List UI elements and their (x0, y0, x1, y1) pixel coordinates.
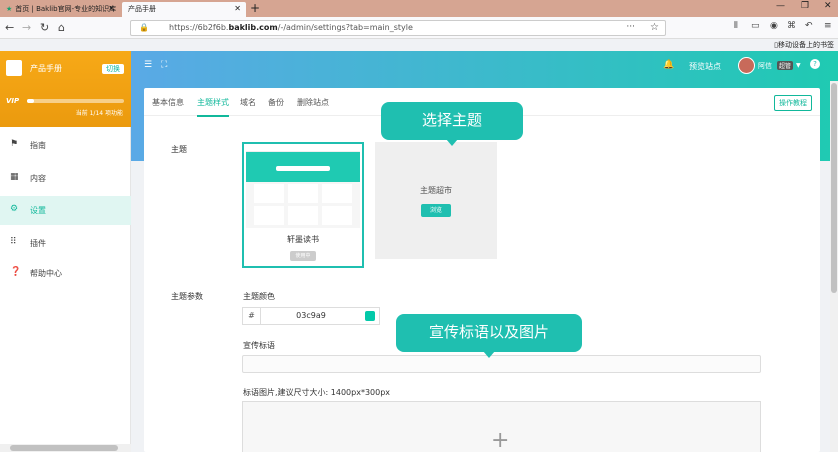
theme-label: 主题 (171, 145, 187, 154)
site-brand-card: 产品手册 切换 VIP 当前 1/14 项功能 (0, 51, 131, 127)
address-bar[interactable]: 🔒 https://6b2f6b.baklib.com/-/admin/sett… (130, 20, 666, 36)
current-theme-card[interactable]: 轩墨读书 使用中 (242, 142, 364, 268)
grid-icon: ▦ (10, 172, 19, 182)
signpost-icon: ⚑ (10, 139, 19, 149)
preview-site-link[interactable]: 预览站点 (689, 61, 721, 72)
theme-market-card[interactable]: 主题超市 浏览 (375, 142, 497, 259)
tab-domain[interactable]: 域名 (240, 97, 256, 108)
sidebar-item-content[interactable]: ▦ 内容 (0, 164, 131, 193)
mobile-bookmarks[interactable]: ▯移动设备上的书签 (774, 40, 834, 50)
gear-icon: ⚙ (10, 204, 19, 214)
app-header: ☰ ⛶ 🔔 预览站点 阿信 超管 ▼ ? (131, 51, 838, 81)
new-tab-button[interactable]: + (250, 1, 260, 15)
browse-button[interactable]: 浏览 (421, 204, 451, 217)
undo-icon[interactable]: ↶ (805, 21, 813, 31)
sidebar-item-label: 内容 (30, 174, 46, 183)
browser-navbar: ← → ↻ ⌂ 🔒 https://6b2f6b.baklib.com/-/ad… (0, 17, 838, 39)
quota-progress-fill (27, 99, 34, 103)
theme-color-input[interactable]: # 03c9a9 (242, 307, 380, 325)
theme-params-label: 主题参数 (171, 292, 203, 301)
forward-icon[interactable]: → (22, 21, 31, 34)
sidebar-item-help[interactable]: ❓ 帮助中心 (0, 259, 131, 288)
tab-title: 产品手册 (128, 5, 156, 13)
tab-delete-site[interactable]: 删除站点 (297, 97, 329, 108)
slogan-label: 宣传标语 (243, 341, 275, 350)
site-logo (6, 60, 22, 76)
close-tab-icon[interactable]: ✕ (234, 4, 241, 13)
browser-tabbar: ★ 首页 | Baklib官网-专业的知识库 ✕ 产品手册 ✕ + — ❐ ✕ (0, 0, 838, 17)
list-menu-icon[interactable]: ☰ (144, 60, 152, 70)
vip-badge: VIP (6, 97, 20, 105)
menu-icon[interactable]: ≡ (824, 21, 832, 31)
role-badge: 超管 (777, 61, 794, 70)
sidebar-item-label: 插件 (30, 239, 46, 248)
sidebar-item-plugins[interactable]: ⠿ 插件 (0, 229, 131, 258)
help-icon[interactable]: ? (810, 59, 820, 69)
bell-icon[interactable]: 🔔 (663, 60, 674, 70)
theme-preview-thumbnail (246, 146, 360, 228)
quota-progress (27, 99, 124, 103)
page-scrollbar[interactable] (830, 81, 838, 452)
question-icon: ❓ (10, 267, 22, 277)
browser-tab-manual[interactable]: 产品手册 ✕ (122, 2, 246, 17)
in-use-button: 使用中 (290, 251, 316, 261)
slogan-input[interactable] (242, 355, 761, 373)
color-value[interactable]: 03c9a9 (261, 311, 361, 320)
reload-icon[interactable]: ↻ (40, 21, 49, 34)
sidebar-item-guide[interactable]: ⚑ 指南 (0, 131, 131, 160)
site-name: 产品手册 (30, 64, 62, 73)
switch-site-button[interactable]: 切换 (102, 64, 124, 74)
sidebar-item-label: 指南 (30, 141, 46, 150)
scrollbar-thumb[interactable] (10, 445, 118, 451)
banner-image-label: 标语图片,建议尺寸大小: 1400px*300px (243, 388, 391, 397)
theme-market-title: 主题超市 (420, 186, 452, 195)
tab-basic-info[interactable]: 基本信息 (152, 97, 184, 108)
more-icon[interactable]: ··· (626, 22, 635, 32)
account-icon[interactable]: ◉ (770, 21, 778, 31)
callout-select-theme: 选择主题 (381, 102, 523, 146)
home-icon[interactable]: ⌂ (58, 21, 65, 34)
fullscreen-icon[interactable]: ⛶ (161, 60, 167, 70)
extension-icon[interactable]: ⌘ (787, 21, 796, 31)
settings-panel: 基本信息 主题样式 域名 备份 删除站点 操作教程 主题 轩墨读书 使用中 主题… (144, 88, 820, 452)
close-window-icon[interactable]: ✕ (824, 1, 832, 11)
reader-icon[interactable]: ▭ (751, 21, 760, 31)
avatar[interactable] (738, 57, 755, 74)
hash-prefix: # (243, 308, 261, 324)
sidebar: 产品手册 切换 VIP 当前 1/14 项功能 ⚑ 指南 ▦ 内容 ⚙ 设置 ⠿… (0, 51, 131, 452)
star-icon[interactable]: ☆ (650, 22, 659, 33)
tab-theme-style[interactable]: 主题样式 (197, 97, 229, 117)
theme-color-label: 主题颜色 (243, 292, 275, 301)
sidebar-item-label: 设置 (30, 206, 46, 215)
callout-slogan-image: 宣传标语以及图片 (396, 314, 582, 358)
minimize-icon[interactable]: — (776, 1, 785, 11)
banner-image-upload[interactable]: + (242, 401, 761, 452)
quota-text: 当前 1/14 项功能 (75, 110, 123, 117)
tab-backup[interactable]: 备份 (268, 97, 284, 108)
close-tab-icon[interactable]: ✕ (108, 4, 115, 13)
library-icon[interactable]: ⫴ (734, 21, 738, 31)
user-name[interactable]: 阿信 (758, 61, 772, 71)
apps-icon: ⠿ (10, 237, 17, 247)
theme-name: 轩墨读书 (287, 235, 319, 244)
tab-title: 首页 | Baklib官网-专业的知识库 (15, 5, 117, 13)
sidebar-scrollbar[interactable] (0, 444, 131, 452)
lock-icon: 🔒 (139, 23, 149, 32)
url-text: https://6b2f6b.baklib.com/-/admin/settin… (169, 23, 413, 32)
browser-tab-baklib[interactable]: ★ 首页 | Baklib官网-专业的知识库 ✕ (0, 2, 120, 17)
baklib-favicon-icon: ★ (6, 5, 13, 13)
tutorial-button[interactable]: 操作教程 (774, 95, 812, 111)
sidebar-item-label: 帮助中心 (30, 269, 62, 278)
back-icon[interactable]: ← (5, 21, 14, 34)
maximize-icon[interactable]: ❐ (801, 1, 809, 11)
plus-icon: + (491, 428, 510, 452)
chevron-down-icon[interactable]: ▼ (796, 62, 801, 69)
color-swatch[interactable] (365, 311, 375, 321)
sidebar-item-settings[interactable]: ⚙ 设置 (0, 196, 131, 225)
scrollbar-thumb[interactable] (831, 83, 837, 293)
